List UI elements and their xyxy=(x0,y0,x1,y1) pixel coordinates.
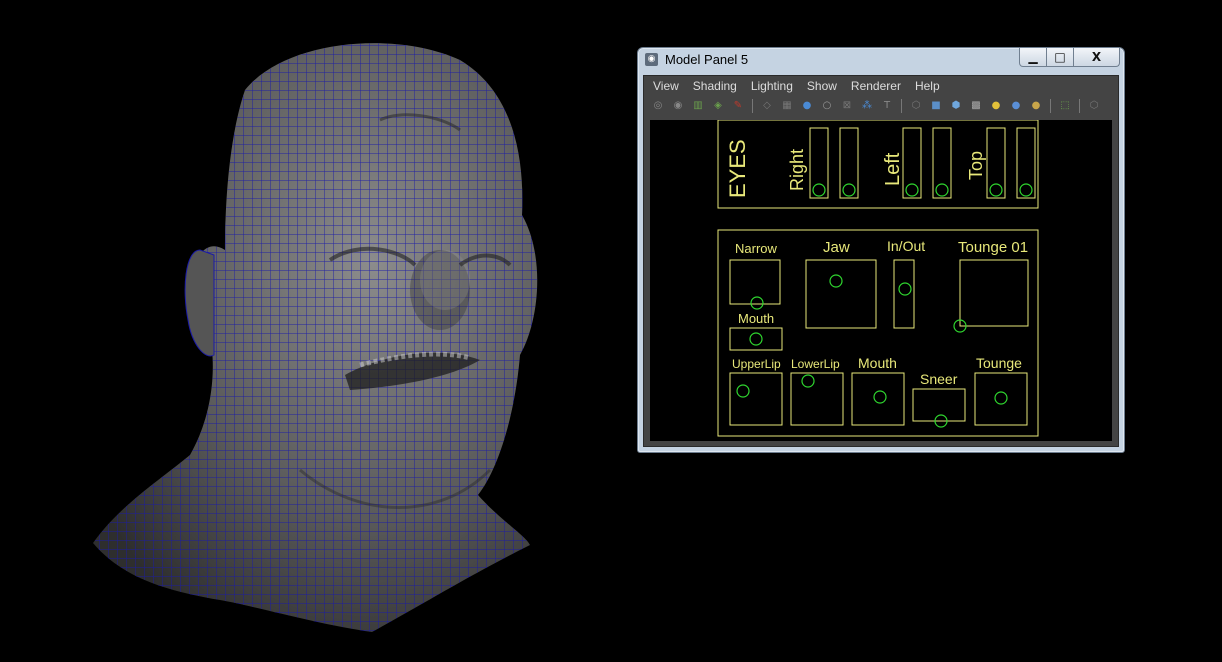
head-mesh xyxy=(93,43,538,632)
eye-slider-track xyxy=(1016,127,1036,199)
ear-mesh xyxy=(184,249,215,357)
use-all-lights-icon[interactable]: ● xyxy=(989,99,1003,113)
eye-slider-handle[interactable] xyxy=(1019,183,1033,197)
lowerlip-control xyxy=(790,372,844,426)
menu-show[interactable]: Show xyxy=(807,79,837,93)
menu-lighting[interactable]: Lighting xyxy=(751,79,793,93)
smooth-shade-icon[interactable]: ■ xyxy=(929,99,943,113)
eye-slider-handle[interactable] xyxy=(905,183,919,197)
tounge01-control xyxy=(959,259,1029,327)
wireframe-on-shaded-icon[interactable]: ⬢ xyxy=(949,99,963,113)
rig-viewport[interactable]: EYES Right Left Top Narrow Jaw In/Out Tounge 01… xyxy=(650,120,1112,441)
toolbar-separator xyxy=(1050,99,1051,113)
select-camera-icon[interactable]: ◎ xyxy=(651,99,665,113)
two-d-pan-icon[interactable]: ✎ xyxy=(731,99,745,113)
tounge-control xyxy=(974,372,1028,426)
mouth-control-box xyxy=(717,229,1039,437)
eye-slider-handle[interactable] xyxy=(989,183,1003,197)
mouth-label: Mouth xyxy=(858,355,897,371)
safe-action-icon[interactable]: ⁂ xyxy=(860,99,874,113)
isolate-select-icon[interactable]: ⬚ xyxy=(1058,99,1072,113)
resolution-gate-icon[interactable]: ● xyxy=(800,99,814,113)
tounge-handle[interactable] xyxy=(994,391,1008,405)
eyes-left-label: Left xyxy=(882,152,904,186)
eyes-control-box xyxy=(717,120,1039,209)
eye-slider-handle[interactable] xyxy=(842,183,856,197)
film-gate-icon[interactable]: ▦ xyxy=(780,99,794,113)
jaw-control xyxy=(805,259,877,329)
narrow-handle[interactable] xyxy=(750,296,764,310)
sneer-control xyxy=(912,388,966,422)
tounge01-label: Tounge 01 xyxy=(958,239,1028,256)
maya-icon: ◉ xyxy=(645,53,658,66)
menu-renderer[interactable]: Renderer xyxy=(851,79,901,93)
in-out-label: In/Out xyxy=(887,238,925,254)
upperlip-control xyxy=(729,372,783,426)
lowerlip-handle[interactable] xyxy=(801,374,815,388)
eye-slider-track xyxy=(932,127,952,199)
panel-client-area: View Shading Lighting Show Renderer Help… xyxy=(643,75,1119,447)
panel-toolbar: ◎ ◉ ▥ ◈ ✎ ◇ ▦ ● ○ ⊠ ⁂ T ⬡ ■ ⬢ ▩ ● ● ● ⬚ ⬡ xyxy=(644,96,1118,116)
eye-slider-handle[interactable] xyxy=(935,183,949,197)
safe-title-icon[interactable]: T xyxy=(880,99,894,113)
tounge-label: Tounge xyxy=(976,355,1022,371)
maximize-button[interactable]: □ xyxy=(1047,48,1074,67)
eye-slider-track xyxy=(986,127,1006,199)
textured-icon[interactable]: ▩ xyxy=(969,99,983,113)
grid-icon[interactable]: ◇ xyxy=(760,99,774,113)
close-button[interactable]: X xyxy=(1074,48,1120,67)
jaw-label: Jaw xyxy=(823,239,850,256)
menu-help[interactable]: Help xyxy=(915,79,940,93)
high-quality-icon[interactable]: ● xyxy=(1029,99,1043,113)
eye-slider-track xyxy=(839,127,859,199)
narrow-label: Narrow xyxy=(735,241,778,256)
mouth-small-label: Mouth xyxy=(738,311,774,326)
model-panel-window[interactable]: ◉ Model Panel 5 ▁ □ X View Shading Light… xyxy=(637,47,1125,453)
menu-view[interactable]: View xyxy=(653,79,679,93)
wireframe-icon[interactable]: ⬡ xyxy=(909,99,923,113)
mouth-small-control xyxy=(729,327,783,351)
in-out-handle[interactable] xyxy=(898,282,912,296)
mouth-handle[interactable] xyxy=(873,390,887,404)
eyes-top-label: Top xyxy=(966,151,986,180)
eyes-right-label: Right xyxy=(787,149,807,191)
eye-slider-track xyxy=(809,127,829,199)
shadows-icon[interactable]: ● xyxy=(1009,99,1023,113)
title-bar[interactable]: ◉ Model Panel 5 ▁ □ X xyxy=(638,48,1124,72)
eye-slider-handle[interactable] xyxy=(812,183,826,197)
field-chart-icon[interactable]: ⊠ xyxy=(840,99,854,113)
window-title: Model Panel 5 xyxy=(665,52,749,67)
mouth-small-handle[interactable] xyxy=(749,332,763,346)
bookmarks-icon[interactable]: ▥ xyxy=(691,99,705,113)
jaw-handle[interactable] xyxy=(829,274,843,288)
toolbar-separator xyxy=(752,99,753,113)
eyes-title-label: EYES xyxy=(725,139,750,198)
toolbar-separator xyxy=(1079,99,1080,113)
in-out-control xyxy=(893,259,915,329)
facial-rig-controls[interactable]: EYES Right Left Top Narrow Jaw In/Out Tounge 01… xyxy=(650,120,1112,441)
gate-mask-icon[interactable]: ○ xyxy=(820,99,834,113)
head-model-viewport[interactable] xyxy=(0,0,630,662)
toolbar-separator xyxy=(901,99,902,113)
image-plane-icon[interactable]: ◈ xyxy=(711,99,725,113)
lowerlip-label: LowerLip xyxy=(791,357,840,371)
upperlip-handle[interactable] xyxy=(736,384,750,398)
eye-slider-track xyxy=(902,127,922,199)
mouth-control xyxy=(851,372,905,426)
menu-shading[interactable]: Shading xyxy=(693,79,737,93)
panel-menu-bar: View Shading Lighting Show Renderer Help xyxy=(644,76,1118,96)
xray-icon[interactable]: ⬡ xyxy=(1087,99,1101,113)
lock-camera-icon[interactable]: ◉ xyxy=(671,99,685,113)
sneer-label: Sneer xyxy=(920,371,958,387)
upperlip-label: UpperLip xyxy=(732,357,781,371)
minimize-button[interactable]: ▁ xyxy=(1019,48,1047,67)
